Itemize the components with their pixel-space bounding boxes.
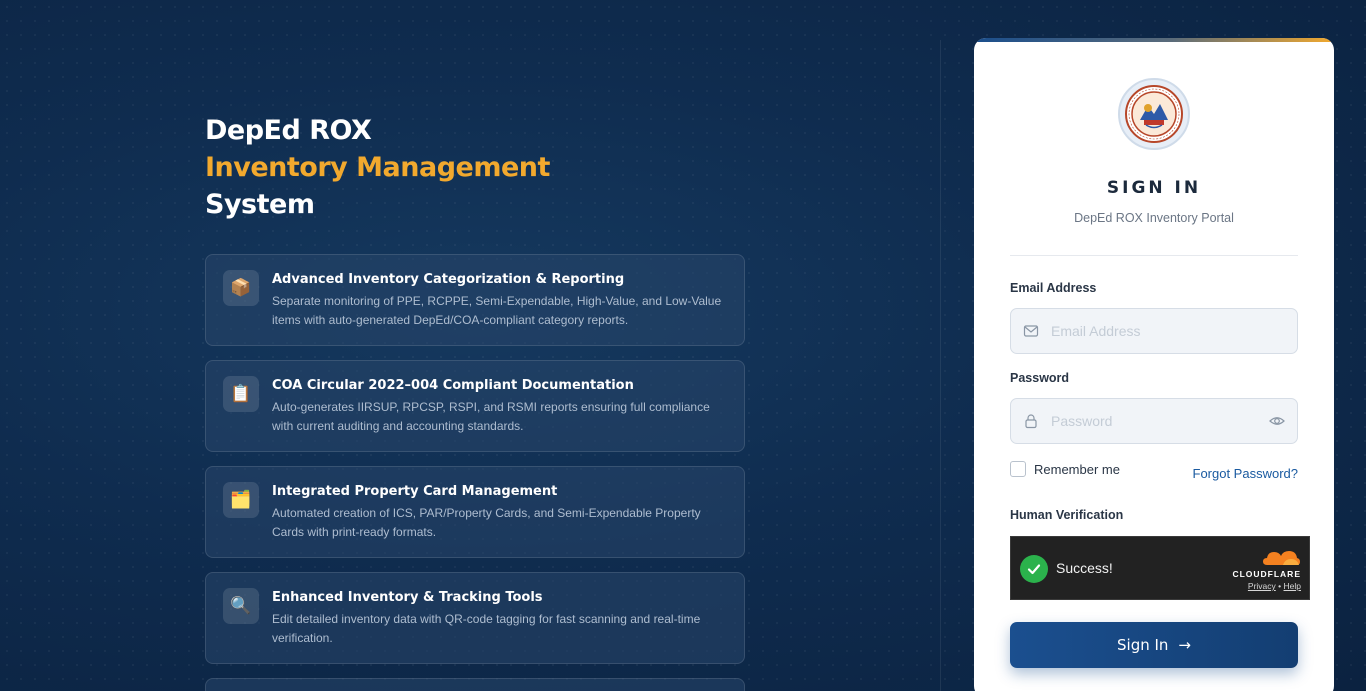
cloudflare-captcha[interactable]: Success! CLOUDFLARE Privacy • Help	[1010, 536, 1310, 600]
link-separator: •	[1278, 581, 1282, 591]
feature-list: 📦 Advanced Inventory Categorization & Re…	[205, 254, 745, 691]
cloudflare-cloud-icon	[1263, 551, 1300, 565]
card-index-icon: 🗂️	[223, 482, 259, 518]
password-field-wrapper	[1010, 398, 1298, 444]
hero-title-line2: Inventory Management	[205, 152, 550, 183]
remember-me[interactable]: Remember me	[1010, 461, 1120, 477]
cloudflare-wordmark: CLOUDFLARE	[1232, 569, 1301, 579]
package-icon: 📦	[223, 270, 259, 306]
seal-icon	[1125, 85, 1183, 143]
feature-description: Automated creation of ICS, PAR/Property …	[272, 506, 701, 539]
feature-description: Edit detailed inventory data with QR-cod…	[272, 612, 701, 645]
feature-card: 🔍 Enhanced Inventory & Tracking Tools Ed…	[205, 572, 745, 664]
captcha-status: Success!	[1056, 560, 1113, 576]
clipboard-icon: 📋	[223, 376, 259, 412]
hero: DepEd ROX Inventory Management System	[205, 112, 745, 223]
password-label: Password	[1010, 371, 1070, 385]
hero-title: DepEd ROX Inventory Management System	[205, 112, 745, 223]
sign-in-label: Sign In	[1117, 636, 1169, 654]
arrow-right-icon: →	[1178, 636, 1191, 654]
email-field-wrapper	[1010, 308, 1298, 354]
header-divider	[1010, 255, 1298, 256]
forgot-password-link[interactable]: Forgot Password?	[1193, 466, 1299, 481]
hero-title-line3: System	[205, 189, 315, 220]
feature-title: COA Circular 2022–004 Compliant Document…	[272, 378, 634, 393]
remember-checkbox[interactable]	[1010, 461, 1026, 477]
sign-in-button[interactable]: Sign In →	[1010, 622, 1298, 668]
lock-icon	[1025, 414, 1037, 429]
cloudflare-brand: CLOUDFLARE Privacy • Help	[1232, 547, 1301, 591]
verification-label: Human Verification	[1010, 508, 1124, 522]
card-accent-bar	[974, 38, 1334, 42]
password-input[interactable]	[1051, 399, 1261, 443]
email-input[interactable]	[1051, 309, 1261, 353]
feature-title: Integrated Property Card Management	[272, 484, 558, 499]
cloudflare-links: Privacy • Help	[1232, 581, 1301, 591]
help-link[interactable]: Help	[1284, 581, 1301, 591]
panel-divider	[940, 40, 941, 691]
login-card: SIGN IN DepEd ROX Inventory Portal Email…	[974, 38, 1334, 691]
feature-card: 📋 COA Circular 2022–004 Compliant Docume…	[205, 360, 745, 452]
remember-label: Remember me	[1034, 461, 1120, 477]
privacy-link[interactable]: Privacy	[1248, 581, 1276, 591]
feature-description: Separate monitoring of PPE, RCPPE, Semi-…	[272, 294, 722, 327]
magnifier-icon: 🔍	[223, 588, 259, 624]
envelope-icon	[1023, 325, 1039, 337]
feature-title: Advanced Inventory Categorization & Repo…	[272, 272, 625, 287]
deped-seal-logo	[1118, 78, 1190, 150]
feature-card: 📦 Advanced Inventory Categorization & Re…	[205, 254, 745, 346]
eye-icon[interactable]	[1269, 413, 1285, 429]
feature-description: Auto-generates IIRSUP, RPCSP, RSPI, and …	[272, 400, 710, 433]
signin-heading: SIGN IN	[1106, 178, 1202, 198]
success-check-icon	[1020, 555, 1048, 583]
feature-title: Enhanced Inventory & Tracking Tools	[272, 590, 543, 605]
feature-card: 🗂️ Integrated Property Card Management A…	[205, 466, 745, 558]
email-label: Email Address	[1010, 281, 1097, 295]
feature-card-partial	[205, 678, 745, 691]
hero-title-line1: DepEd ROX	[205, 115, 372, 146]
portal-subtitle: DepEd ROX Inventory Portal	[1074, 211, 1234, 225]
